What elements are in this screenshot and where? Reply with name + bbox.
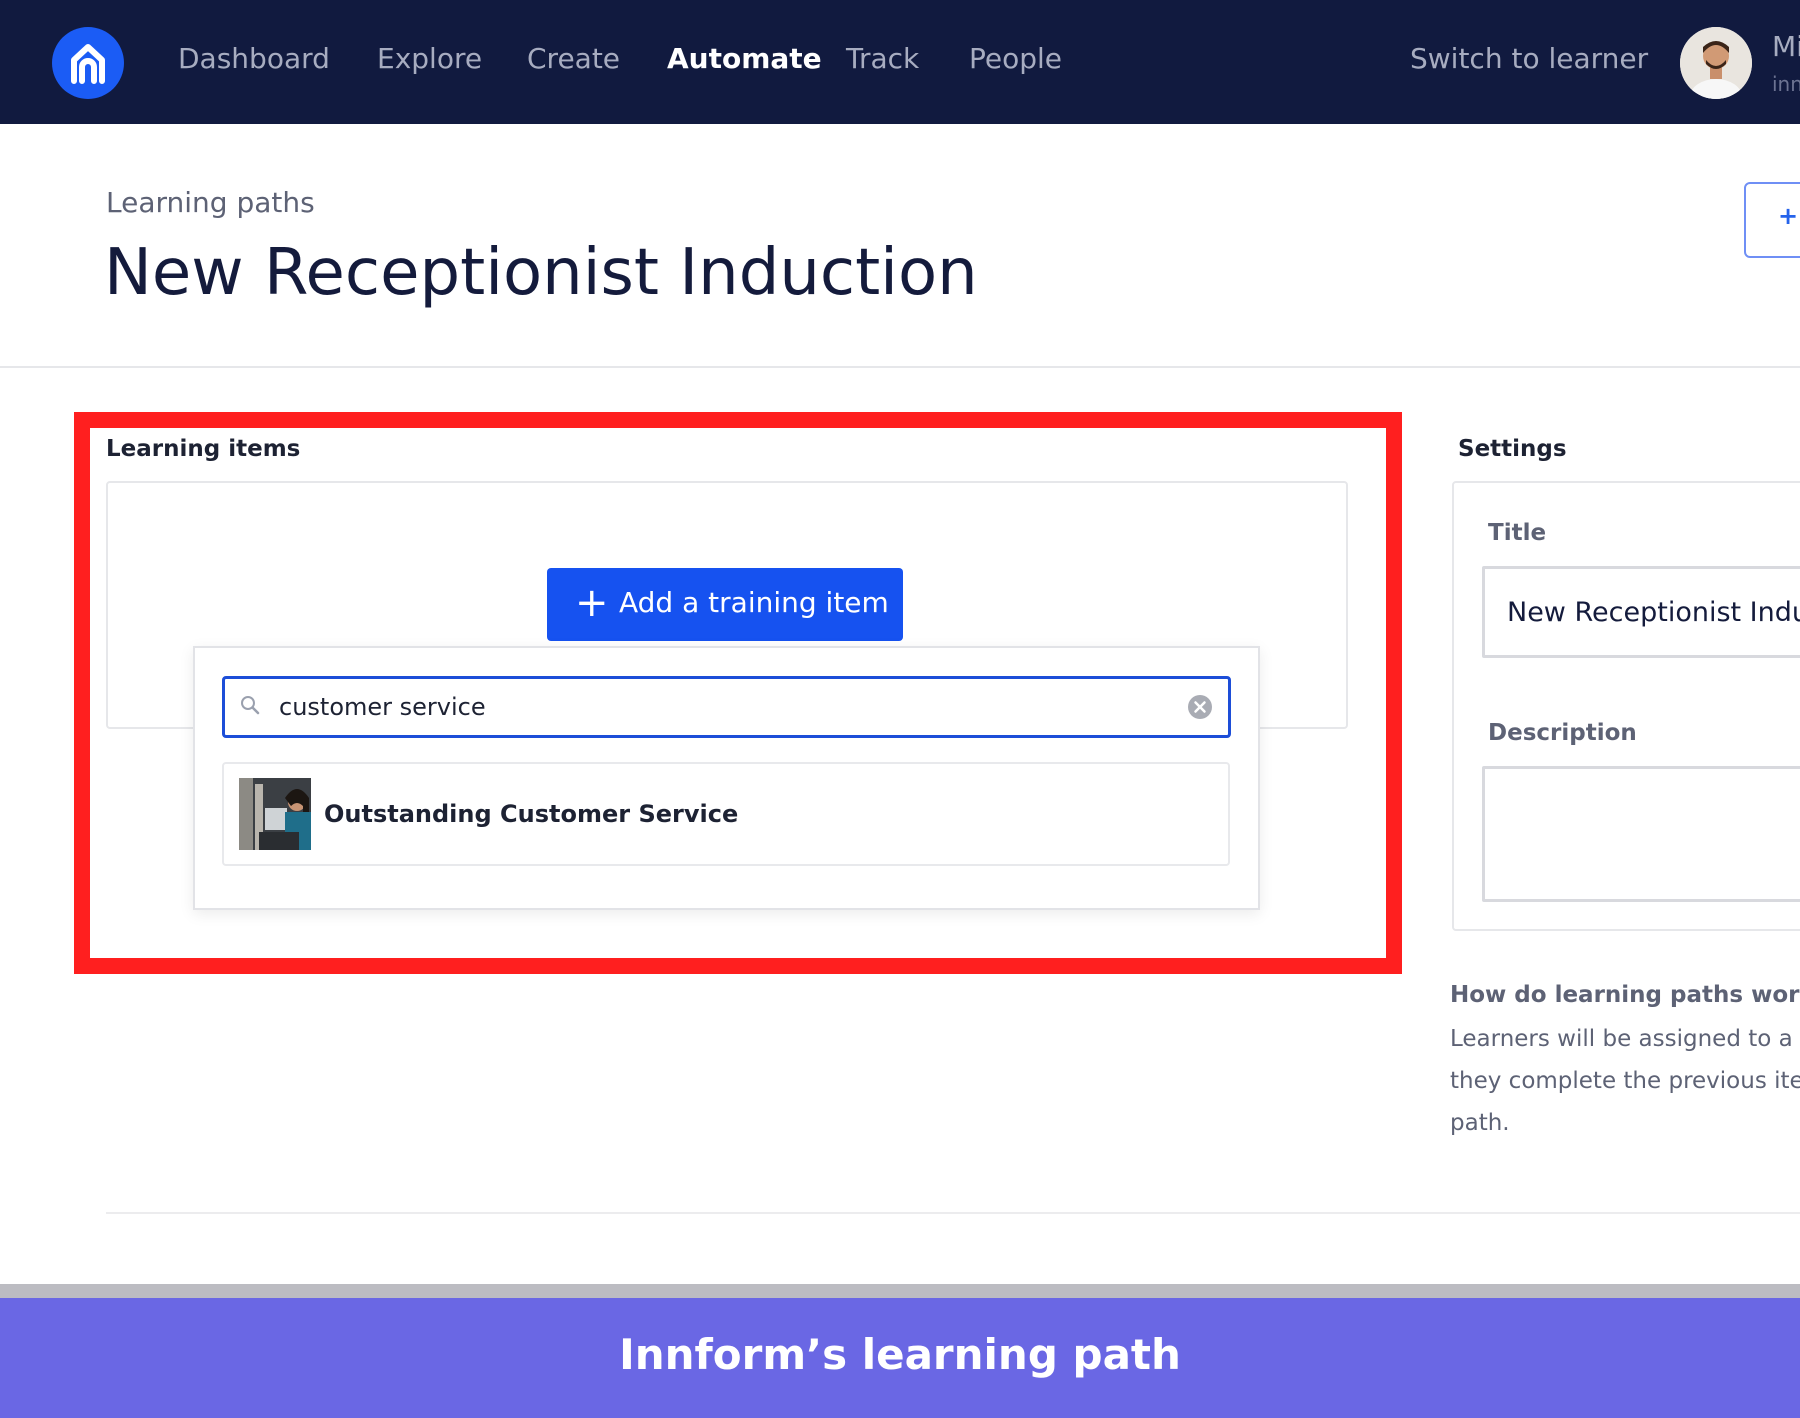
nav-track[interactable]: Track — [846, 42, 919, 75]
title-input-value: New Receptionist Induc — [1507, 597, 1800, 628]
bottom-divider — [106, 1212, 1800, 1214]
page-title: New Receptionist Induction — [104, 236, 978, 310]
nav-people[interactable]: People — [969, 42, 1062, 75]
user-organization: inn — [1772, 72, 1800, 96]
help-title: How do learning paths work? — [1450, 982, 1800, 1008]
highlight-annotation-box — [74, 412, 1402, 974]
title-input[interactable]: New Receptionist Induc — [1482, 566, 1800, 658]
help-text-line: they complete the previous item — [1450, 1068, 1800, 1094]
plus-icon: + — [1778, 202, 1799, 230]
nav-create[interactable]: Create — [527, 42, 620, 75]
user-avatar[interactable] — [1680, 27, 1752, 99]
header-add-button[interactable]: + — [1744, 182, 1800, 258]
description-input[interactable] — [1482, 766, 1800, 902]
switch-to-learner-link[interactable]: Switch to learner — [1410, 42, 1648, 75]
title-field-label: Title — [1488, 520, 1547, 546]
home-logo-icon[interactable] — [52, 27, 124, 99]
header-divider — [0, 366, 1800, 368]
nav-automate[interactable]: Automate — [667, 42, 822, 75]
nav-explore[interactable]: Explore — [377, 42, 482, 75]
user-name: Mi — [1772, 30, 1800, 63]
help-text-line: path. — [1450, 1110, 1510, 1136]
caption-shadow-strip — [0, 1284, 1800, 1298]
top-navbar: Dashboard Explore Create Automate Track … — [0, 0, 1800, 124]
nav-dashboard[interactable]: Dashboard — [178, 42, 330, 75]
settings-label: Settings — [1458, 436, 1567, 462]
breadcrumb[interactable]: Learning paths — [106, 186, 315, 219]
help-text-line: Learners will be assigned to a t — [1450, 1026, 1800, 1052]
description-field-label: Description — [1488, 720, 1637, 746]
caption-text: Innform’s learning path — [619, 1330, 1181, 1379]
